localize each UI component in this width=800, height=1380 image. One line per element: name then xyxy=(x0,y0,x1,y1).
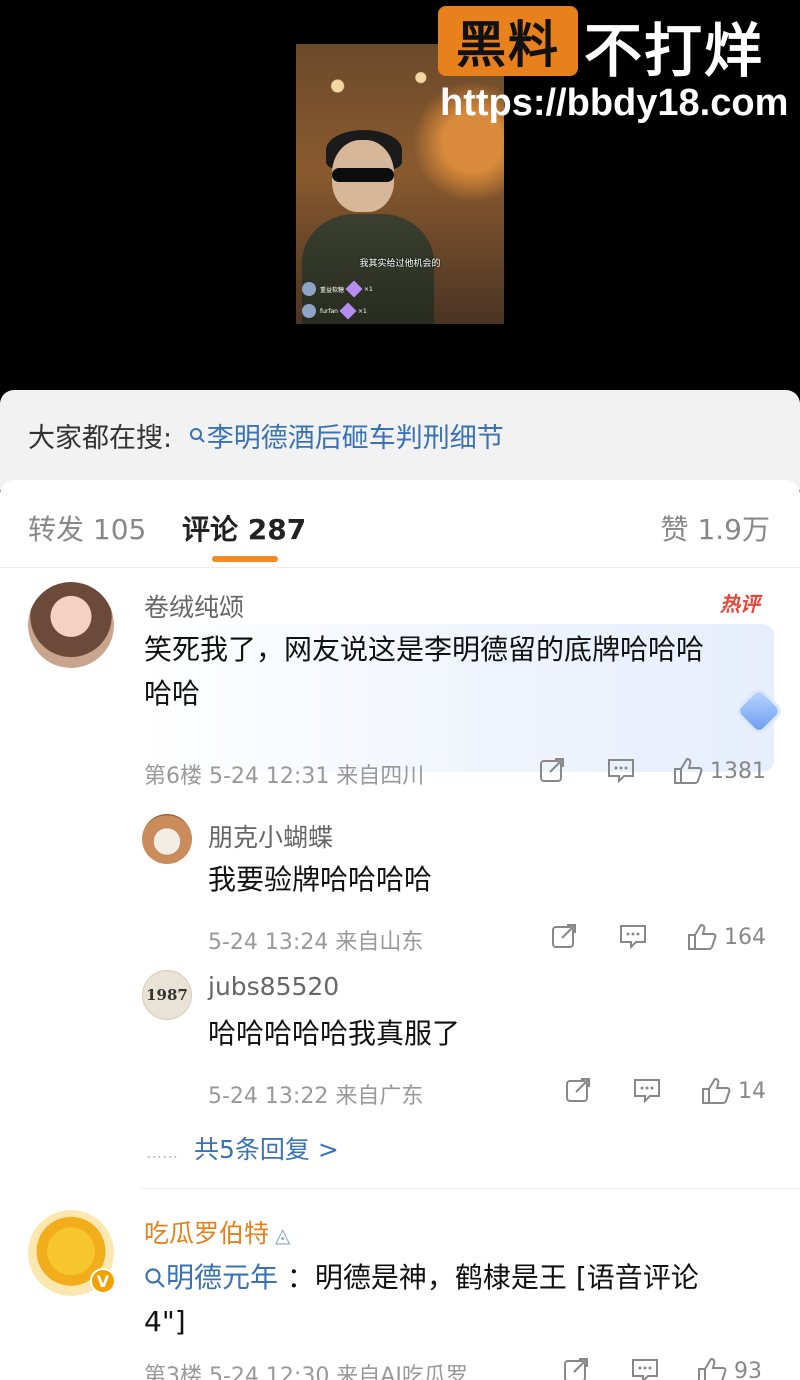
video-player[interactable]: 我其实给过他机会的 重益软糖 ×1 furfan ×1 黑料 不打烊 https… xyxy=(0,0,800,395)
thumbs-up-icon xyxy=(674,757,703,784)
share-button[interactable] xyxy=(564,1076,592,1104)
watermark-logo: 黑料 xyxy=(438,6,578,76)
reply-button[interactable] xyxy=(618,922,648,950)
avatar[interactable]: 1987 xyxy=(142,970,192,1020)
share-button[interactable] xyxy=(538,756,566,784)
reply-meta: 5-24 13:22 来自广东 xyxy=(208,1084,424,1109)
reply-text: 我要验牌哈哈哈哈 xyxy=(208,863,433,896)
gift-count: ×1 xyxy=(364,285,373,293)
divider-dots: …… xyxy=(146,1143,178,1162)
search-icon xyxy=(189,428,205,443)
reply-button[interactable] xyxy=(630,1356,660,1380)
share-icon xyxy=(564,1358,588,1380)
comment-user-name[interactable]: 卷绒纯颂 xyxy=(144,588,244,624)
tab-repost[interactable]: 转发 105 xyxy=(28,508,146,548)
comment-text: 4"] xyxy=(144,1305,186,1338)
like-button[interactable]: 1381 xyxy=(672,756,766,786)
gift-notice: 重益软糖 ×1 xyxy=(302,280,373,298)
topic-link[interactable]: 明德元年 xyxy=(144,1261,287,1294)
thumbs-up-icon xyxy=(702,1077,731,1104)
reply-user-name[interactable]: jubs85520 xyxy=(208,972,339,1001)
like-button[interactable]: 93 xyxy=(696,1356,762,1380)
share-button[interactable] xyxy=(562,1356,590,1380)
comment-divider xyxy=(142,1188,800,1189)
thumbs-up-icon xyxy=(698,1357,727,1380)
more-replies-label: 共5条回复 > xyxy=(194,1135,339,1164)
trending-search-banner[interactable]: 大家都在搜: 李明德酒后砸车判刑细节 xyxy=(0,390,800,490)
hot-comment-badge: 热评 xyxy=(720,592,760,616)
share-button[interactable] xyxy=(550,922,578,950)
video-subtitle: 我其实给过他机会的 xyxy=(359,259,441,269)
watermark-url: https://bbdy18.com xyxy=(440,82,789,124)
like-count: 1381 xyxy=(710,758,766,784)
vip-icon: ◬ xyxy=(275,1223,291,1247)
sunglasses xyxy=(332,168,394,182)
trending-search-query: 李明德酒后砸车判刑细节 xyxy=(206,423,504,454)
like-count: 14 xyxy=(738,1078,766,1104)
gift-gem-icon xyxy=(345,280,363,298)
comment-tabs: 转发 105 评论 287 赞 1.9万 xyxy=(0,480,800,568)
gift-user-avatar xyxy=(302,304,316,318)
comment-icon xyxy=(608,759,634,784)
gift-notice: furfan ×1 xyxy=(302,302,367,320)
comment-meta: 第6楼 5-24 12:31 来自四川 xyxy=(144,764,425,789)
like-button[interactable]: 164 xyxy=(686,922,766,952)
share-icon xyxy=(566,1078,590,1102)
active-tab-indicator xyxy=(212,556,278,562)
comment-list: 卷绒纯颂 热评 笑死我了，网友说这是李明德留的底牌哈哈哈 哈哈 第6楼 5-24… xyxy=(0,568,800,1380)
gift-count: ×1 xyxy=(357,307,367,315)
trending-search-label: 大家都在搜: xyxy=(28,423,173,454)
comment-icon xyxy=(620,925,646,950)
reply-text: 哈哈哈哈哈我真服了 xyxy=(208,1017,461,1050)
search-icon xyxy=(145,1268,165,1288)
gift-user-avatar xyxy=(302,282,316,296)
comment-text: 哈哈 xyxy=(144,677,201,710)
verified-badge-icon: V xyxy=(90,1268,116,1294)
more-replies-link[interactable]: …… 共5条回复 > xyxy=(146,1130,339,1166)
comment-user-name-label: 吃瓜罗伯特 xyxy=(144,1219,270,1248)
tab-comment[interactable]: 评论 287 xyxy=(182,508,306,548)
comment-meta: 第3楼 5-24 12:30 来自AI吃瓜罗… xyxy=(144,1364,490,1380)
comment-icon xyxy=(634,1079,660,1104)
gift-user-name: 重益软糖 xyxy=(320,286,345,294)
topic-link-label: 明德元年 xyxy=(166,1261,279,1294)
like-count: 93 xyxy=(734,1358,762,1380)
comment-text: 明德元年 ：明德是神，鹤棣是王 [语音评论 xyxy=(144,1256,699,1300)
comment-icon xyxy=(632,1359,658,1380)
trending-search-link[interactable]: 李明德酒后砸车判刑细节 xyxy=(181,423,504,454)
share-icon xyxy=(552,924,576,948)
watermark-tagline: 不打烊 xyxy=(584,17,765,85)
like-button[interactable]: 14 xyxy=(700,1076,766,1106)
thumbs-up-icon xyxy=(688,923,717,950)
reply-meta: 5-24 13:24 来自山东 xyxy=(208,930,424,955)
avatar[interactable] xyxy=(142,814,192,864)
gift-user-name: furfan xyxy=(320,307,338,315)
share-icon xyxy=(540,758,564,782)
gift-gem-icon xyxy=(339,302,357,320)
comment-text: 笑死我了，网友说这是李明德留的底牌哈哈哈 xyxy=(144,633,705,666)
comment-text-body: ：明德是神，鹤棣是王 [语音评论 xyxy=(286,1261,699,1294)
reply-user-name[interactable]: 朋克小蝴蝶 xyxy=(208,818,333,854)
reply-button[interactable] xyxy=(632,1076,662,1104)
like-count: 164 xyxy=(724,924,766,950)
comment-user-name[interactable]: 吃瓜罗伯特 ◬ xyxy=(144,1214,290,1250)
reply-button[interactable] xyxy=(606,756,636,784)
avatar[interactable] xyxy=(28,582,114,668)
tab-like[interactable]: 赞 1.9万 xyxy=(661,508,770,548)
